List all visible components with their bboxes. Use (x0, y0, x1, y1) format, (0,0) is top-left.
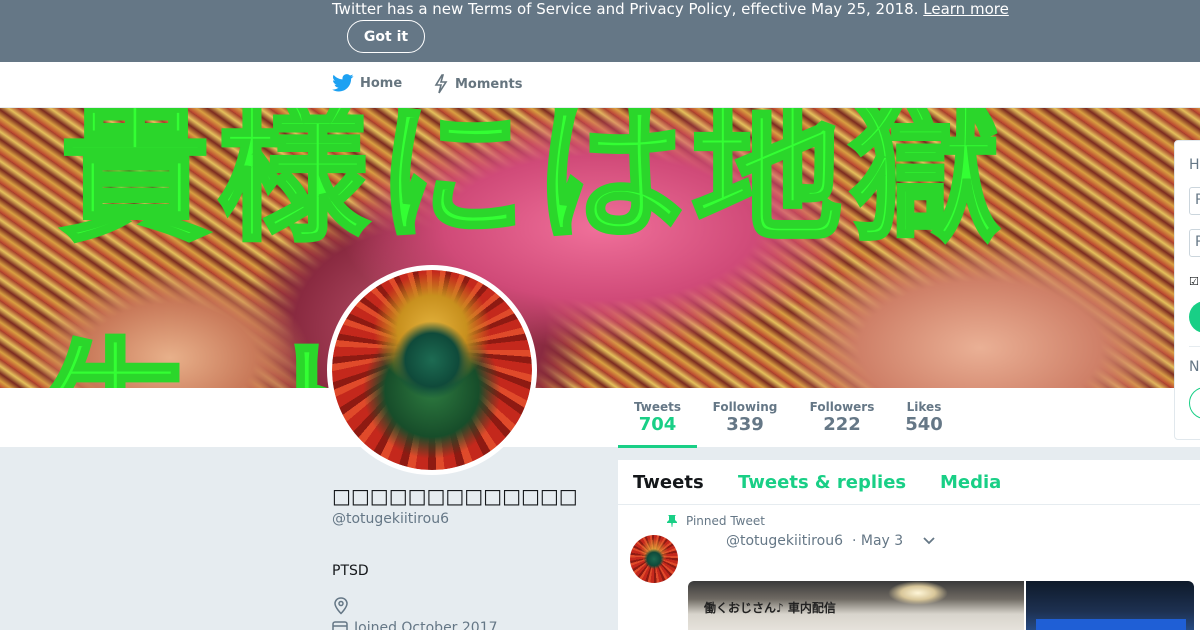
chevron-down-icon[interactable] (922, 536, 936, 546)
stat-likes[interactable]: Likes 540 (900, 388, 948, 448)
tweet-author-avatar[interactable] (630, 535, 678, 583)
tweet-media-photo-1[interactable]: 働くおじさん♪ 車内配信 (688, 581, 1024, 630)
stat-followers-label: Followers (809, 400, 875, 414)
login-card-divider (1189, 346, 1200, 347)
pinned-tweet-label: Pinned Tweet (686, 514, 765, 528)
tab-tweets[interactable]: Tweets (633, 472, 704, 493)
pinned-tweet-indicator: Pinned Tweet (666, 514, 765, 528)
learn-more-link[interactable]: Learn more (923, 0, 1009, 18)
stat-following-label: Following (712, 400, 778, 414)
profile-header-image: 貴様には地獄 生ト (0, 108, 1200, 388)
nav-home[interactable]: Home (332, 74, 402, 92)
profile-stats-bar: Tweets 704 Following 339 Followers 222 L… (0, 388, 1200, 448)
login-username-field[interactable]: P (1189, 187, 1200, 215)
top-navigation: Home Moments (0, 62, 1200, 108)
location-pin-icon (334, 597, 348, 615)
avatar-image (332, 270, 532, 470)
nav-moments-label: Moments (455, 76, 523, 92)
calendar-icon (332, 621, 348, 630)
pin-icon (667, 515, 677, 527)
stat-following[interactable]: Following 339 (707, 388, 783, 448)
header-overlay-text-top: 貴様には地獄 (58, 108, 1009, 262)
profile-joined: Joined October 2017 (332, 620, 498, 630)
login-card-title: H (1189, 157, 1200, 173)
got-it-button[interactable]: Got it (347, 20, 425, 53)
signup-button[interactable] (1189, 387, 1200, 419)
stat-followers[interactable]: Followers 222 (803, 388, 881, 448)
tweet-media-photo-2[interactable] (1026, 581, 1194, 630)
tweets-timeline: Tweets Tweets & replies Media Pinned Twe… (618, 460, 1200, 630)
tweet-author-handle[interactable]: @totugekiitirou6 (726, 533, 843, 549)
terms-notice-message: Twitter has a new Terms of Service and P… (332, 0, 919, 18)
profile-handle[interactable]: @totugekiitirou6 (332, 511, 449, 527)
login-card: H P P ☑ N (1174, 140, 1200, 440)
login-card-new-label: N (1189, 359, 1200, 375)
stat-likes-label: Likes (906, 400, 942, 414)
stat-tweets-value: 704 (638, 414, 677, 435)
lightning-icon (434, 74, 448, 94)
profile-display-name: □□□□□□□□□□□□□ (332, 484, 578, 508)
login-password-field[interactable]: P (1189, 229, 1200, 257)
twitter-bird-icon (332, 74, 354, 92)
terms-notice-text: Twitter has a new Terms of Service and P… (332, 0, 1009, 18)
tab-media[interactable]: Media (940, 472, 1001, 493)
tweet-media[interactable]: 働くおじさん♪ 車内配信 (688, 581, 1194, 630)
profile-bio: PTSD (332, 563, 369, 579)
stat-tweets[interactable]: Tweets 704 (618, 388, 697, 448)
nav-home-label: Home (360, 75, 403, 91)
timeline-tabs: Tweets Tweets & replies Media (618, 460, 1200, 505)
media-screen-glow (1036, 619, 1186, 630)
profile-avatar[interactable] (327, 265, 537, 475)
tweet-media-caption: 働くおじさん♪ 車内配信 (704, 601, 836, 615)
stat-likes-value: 540 (905, 414, 943, 435)
remember-me-checkbox[interactable]: ☑ (1189, 275, 1199, 288)
profile-joined-text: Joined October 2017 (354, 620, 498, 630)
tab-tweets-and-replies[interactable]: Tweets & replies (738, 472, 906, 493)
login-button[interactable] (1189, 301, 1200, 333)
tweet-timestamp[interactable]: · May 3 (852, 533, 903, 549)
stat-tweets-label: Tweets (633, 400, 682, 414)
terms-notice-banner: Twitter has a new Terms of Service and P… (0, 0, 1200, 62)
nav-moments[interactable]: Moments (433, 74, 522, 94)
stat-following-value: 339 (726, 414, 764, 435)
media-light-glow (888, 581, 948, 605)
stat-followers-value: 222 (823, 414, 861, 435)
